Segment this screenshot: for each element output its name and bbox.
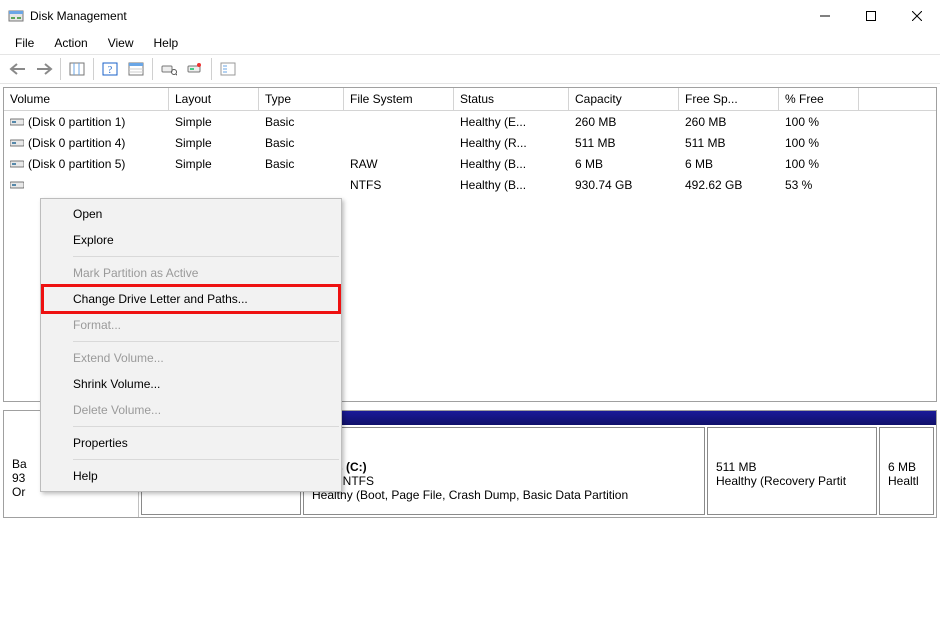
- partition-line: 511 MB: [716, 460, 868, 474]
- partition-block[interactable]: 511 MB Healthy (Recovery Partit: [707, 427, 877, 515]
- app-icon: [8, 8, 24, 24]
- cell-layout: Simple: [169, 115, 259, 129]
- column-volume[interactable]: Volume: [4, 88, 169, 110]
- partition-line: Healthy (Boot, Page File, Crash Dump, Ba…: [312, 488, 696, 502]
- menu-view[interactable]: View: [100, 34, 142, 52]
- context-menu: Open Explore Mark Partition as Active Ch…: [40, 198, 342, 492]
- ctx-separator: [73, 256, 339, 257]
- toolbar-separator: [211, 58, 212, 80]
- ctx-separator: [73, 426, 339, 427]
- ctx-shrink-volume[interactable]: Shrink Volume...: [73, 371, 339, 397]
- volume-row[interactable]: NTFSHealthy (B...930.74 GB492.62 GB53 %: [4, 174, 936, 195]
- cell-freespace: 260 MB: [679, 115, 779, 129]
- cell-type: Basic: [259, 157, 344, 171]
- cell-freespace: 6 MB: [679, 157, 779, 171]
- cell-capacity: 260 MB: [569, 115, 679, 129]
- maximize-button[interactable]: [848, 0, 894, 31]
- ctx-format: Format...: [73, 312, 339, 338]
- column-layout[interactable]: Layout: [169, 88, 259, 110]
- cell-freepct: 100 %: [779, 115, 859, 129]
- cell-filesystem: RAW: [344, 157, 454, 171]
- disk-icon: [10, 117, 24, 127]
- toolbar-list-icon[interactable]: [216, 57, 240, 81]
- toolbar-view-icon[interactable]: [124, 57, 148, 81]
- toolbar: ?: [0, 54, 940, 84]
- toolbar-separator: [60, 58, 61, 80]
- menu-file[interactable]: File: [7, 34, 42, 52]
- column-status[interactable]: Status: [454, 88, 569, 110]
- disk-icon: [10, 159, 24, 169]
- menu-help[interactable]: Help: [146, 34, 187, 52]
- ctx-change-drive-letter[interactable]: Change Drive Letter and Paths...: [73, 286, 339, 312]
- title-bar: Disk Management: [0, 0, 940, 31]
- volume-name: (Disk 0 partition 5): [28, 157, 125, 171]
- window-title: Disk Management: [30, 9, 127, 23]
- ctx-delete-volume: Delete Volume...: [73, 397, 339, 423]
- cell-freespace: 511 MB: [679, 136, 779, 150]
- toolbar-columns-icon[interactable]: [65, 57, 89, 81]
- toolbar-disk-icon[interactable]: [183, 57, 207, 81]
- cell-freepct: 53 %: [779, 178, 859, 192]
- ctx-open[interactable]: Open: [73, 201, 339, 227]
- cell-capacity: 930.74 GB: [569, 178, 679, 192]
- cell-freepct: 100 %: [779, 157, 859, 171]
- cell-status: Healthy (E...: [454, 115, 569, 129]
- ctx-change-drive-letter-highlight: Change Drive Letter and Paths...: [43, 286, 339, 312]
- volume-row[interactable]: (Disk 0 partition 5) SimpleBasicRAWHealth…: [4, 153, 936, 174]
- ctx-extend-volume: Extend Volume...: [73, 345, 339, 371]
- volume-header: Volume Layout Type File System Status Ca…: [4, 88, 936, 111]
- close-button[interactable]: [894, 0, 940, 31]
- volume-row[interactable]: (Disk 0 partition 1) SimpleBasic Healthy (…: [4, 111, 936, 132]
- column-freepct[interactable]: % Free: [779, 88, 859, 110]
- back-button[interactable]: [6, 57, 30, 81]
- svg-text:?: ?: [108, 65, 113, 76]
- partition-line: Healthy (Recovery Partit: [716, 474, 868, 488]
- cell-freespace: 492.62 GB: [679, 178, 779, 192]
- partition-line: Healtl: [888, 474, 925, 488]
- partition-block[interactable]: dows (C:) 4 GB NTFS Healthy (Boot, Page …: [303, 427, 705, 515]
- cell-status: Healthy (B...: [454, 157, 569, 171]
- ctx-properties[interactable]: Properties: [73, 430, 339, 456]
- menu-bar: File Action View Help: [0, 31, 940, 54]
- ctx-separator: [73, 341, 339, 342]
- minimize-button[interactable]: [802, 0, 848, 31]
- cell-type: Basic: [259, 136, 344, 150]
- disk-icon: [10, 138, 24, 148]
- ctx-help[interactable]: Help: [73, 463, 339, 489]
- column-freespace[interactable]: Free Sp...: [679, 88, 779, 110]
- partition-block[interactable]: 6 MB Healtl: [879, 427, 934, 515]
- cell-status: Healthy (B...: [454, 178, 569, 192]
- toolbar-separator: [93, 58, 94, 80]
- volume-row[interactable]: (Disk 0 partition 4) SimpleBasic Healthy (…: [4, 132, 936, 153]
- volume-name: (Disk 0 partition 1): [28, 115, 125, 129]
- cell-layout: Simple: [169, 136, 259, 150]
- toolbar-settings-icon[interactable]: [157, 57, 181, 81]
- ctx-explore[interactable]: Explore: [73, 227, 339, 253]
- cell-layout: Simple: [169, 157, 259, 171]
- cell-capacity: 511 MB: [569, 136, 679, 150]
- cell-filesystem: NTFS: [344, 178, 454, 192]
- column-type[interactable]: Type: [259, 88, 344, 110]
- cell-freepct: 100 %: [779, 136, 859, 150]
- volume-name: (Disk 0 partition 4): [28, 136, 125, 150]
- forward-button[interactable]: [32, 57, 56, 81]
- column-capacity[interactable]: Capacity: [569, 88, 679, 110]
- cell-type: Basic: [259, 115, 344, 129]
- toolbar-separator: [152, 58, 153, 80]
- cell-status: Healthy (R...: [454, 136, 569, 150]
- menu-action[interactable]: Action: [46, 34, 95, 52]
- toolbar-help-icon[interactable]: ?: [98, 57, 122, 81]
- ctx-mark-active: Mark Partition as Active: [73, 260, 339, 286]
- disk-icon: [10, 180, 24, 190]
- partition-line: 6 MB: [888, 460, 925, 474]
- column-filesystem[interactable]: File System: [344, 88, 454, 110]
- partition-line: 4 GB NTFS: [312, 474, 696, 488]
- ctx-separator: [73, 459, 339, 460]
- cell-capacity: 6 MB: [569, 157, 679, 171]
